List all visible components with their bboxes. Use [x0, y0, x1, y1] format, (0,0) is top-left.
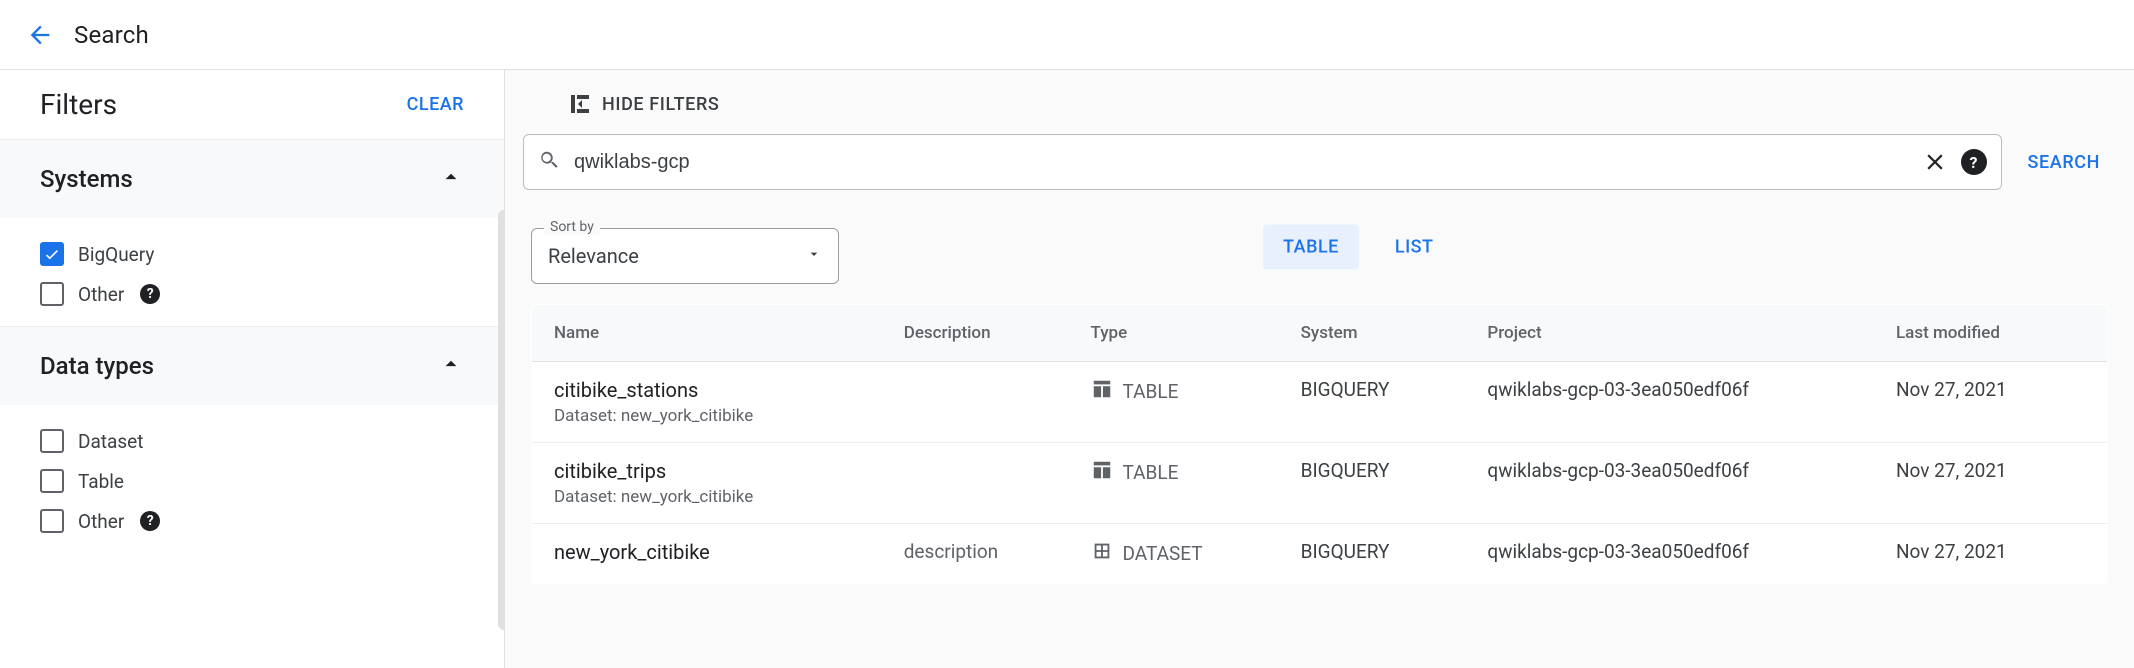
- table-row[interactable]: new_york_citibike description DATASET BIGQU…: [532, 524, 2108, 584]
- search-input[interactable]: [572, 150, 1909, 175]
- filter-group-systems-items: BigQuery Other ?: [0, 218, 504, 326]
- col-header-type[interactable]: Type: [1069, 305, 1279, 362]
- result-type: TABLE: [1091, 459, 1257, 486]
- dataset-icon: [1091, 540, 1113, 567]
- result-project: qwiklabs-gcp-03-3ea050edf06f: [1465, 443, 1874, 524]
- hide-filters-button[interactable]: HIDE FILTERS: [523, 92, 719, 134]
- checkbox-checked-icon: [40, 242, 64, 266]
- search-box[interactable]: ?: [523, 134, 2002, 190]
- result-name: citibike_trips: [554, 459, 860, 483]
- result-description: [882, 362, 1069, 443]
- col-header-last-modified[interactable]: Last modified: [1874, 305, 2108, 362]
- results-table: Name Description Type System Project Las…: [531, 304, 2108, 584]
- filter-item-bigquery[interactable]: BigQuery: [40, 234, 464, 274]
- checkbox-unchecked-icon: [40, 429, 64, 453]
- result-project: qwiklabs-gcp-03-3ea050edf06f: [1465, 524, 1874, 584]
- filter-item-dataset[interactable]: Dataset: [40, 421, 464, 461]
- caret-down-icon: [806, 246, 822, 266]
- result-description: [882, 443, 1069, 524]
- checkbox-unchecked-icon: [40, 469, 64, 493]
- result-system: BIGQUERY: [1279, 362, 1466, 443]
- result-name: citibike_stations: [554, 378, 860, 402]
- checkbox-unchecked-icon: [40, 282, 64, 306]
- filter-item-label: Dataset: [78, 430, 143, 453]
- table-icon: [1091, 459, 1113, 486]
- col-header-description[interactable]: Description: [882, 305, 1069, 362]
- sort-value: Relevance: [548, 244, 806, 268]
- help-icon[interactable]: ?: [140, 511, 160, 531]
- view-toggle: TABLE LIST: [1263, 225, 1454, 270]
- filters-sidebar: Filters CLEAR Systems BigQuery Other ?: [0, 70, 505, 668]
- col-header-system[interactable]: System: [1279, 305, 1466, 362]
- col-header-project[interactable]: Project: [1465, 305, 1874, 362]
- filter-item-label: BigQuery: [78, 243, 154, 266]
- filter-item-label: Table: [78, 470, 124, 493]
- result-system: BIGQUERY: [1279, 524, 1466, 584]
- result-description: description: [882, 524, 1069, 584]
- page-title: Search: [74, 21, 149, 49]
- result-subtitle: Dataset: new_york_citibike: [554, 406, 860, 426]
- filter-group-datatypes-title: Data types: [40, 352, 154, 380]
- chevron-up-icon: [438, 164, 464, 194]
- chevron-up-icon: [438, 351, 464, 381]
- hide-filters-label: HIDE FILTERS: [602, 94, 719, 115]
- result-system: BIGQUERY: [1279, 443, 1466, 524]
- col-header-name[interactable]: Name: [532, 305, 882, 362]
- sort-legend: Sort by: [544, 219, 600, 235]
- arrow-back-icon: [26, 21, 54, 49]
- view-table-button[interactable]: TABLE: [1263, 225, 1359, 270]
- result-last-modified: Nov 27, 2021: [1874, 524, 2108, 584]
- table-row[interactable]: citibike_stations Dataset: new_york_citib…: [532, 362, 2108, 443]
- filter-item-datatypes-other[interactable]: Other ?: [40, 501, 464, 541]
- filter-item-table[interactable]: Table: [40, 461, 464, 501]
- filter-group-systems-title: Systems: [40, 165, 133, 193]
- table-row[interactable]: citibike_trips Dataset: new_york_citibike…: [532, 443, 2108, 524]
- search-help-icon[interactable]: ?: [1961, 149, 1987, 175]
- sort-select[interactable]: Sort by Relevance: [531, 228, 839, 284]
- filter-item-systems-other[interactable]: Other ?: [40, 274, 464, 314]
- clear-search-button[interactable]: [1921, 148, 1949, 176]
- filter-item-label: Other: [78, 510, 124, 533]
- back-button[interactable]: [18, 13, 62, 57]
- results-area: HIDE FILTERS ? SEARCH Sort by Relevance: [505, 70, 2134, 668]
- result-project: qwiklabs-gcp-03-3ea050edf06f: [1465, 362, 1874, 443]
- close-icon: [1922, 149, 1948, 175]
- view-list-button[interactable]: LIST: [1375, 225, 1454, 270]
- checkbox-unchecked-icon: [40, 509, 64, 533]
- result-type: TABLE: [1091, 378, 1257, 405]
- filter-group-datatypes-items: Dataset Table Other ?: [0, 405, 504, 553]
- result-name: new_york_citibike: [554, 540, 860, 564]
- clear-filters-button[interactable]: CLEAR: [407, 94, 464, 115]
- filters-title: Filters: [40, 88, 117, 121]
- result-last-modified: Nov 27, 2021: [1874, 443, 2108, 524]
- result-last-modified: Nov 27, 2021: [1874, 362, 2108, 443]
- filter-item-label: Other: [78, 283, 124, 306]
- search-icon: [538, 149, 560, 175]
- search-button[interactable]: SEARCH: [2020, 152, 2108, 173]
- help-icon[interactable]: ?: [140, 284, 160, 304]
- panel-collapse-icon: [568, 92, 592, 116]
- result-type: DATASET: [1091, 540, 1257, 567]
- table-icon: [1091, 378, 1113, 405]
- filter-group-systems-header[interactable]: Systems: [0, 140, 504, 218]
- result-subtitle: Dataset: new_york_citibike: [554, 487, 860, 507]
- filter-group-datatypes-header[interactable]: Data types: [0, 327, 504, 405]
